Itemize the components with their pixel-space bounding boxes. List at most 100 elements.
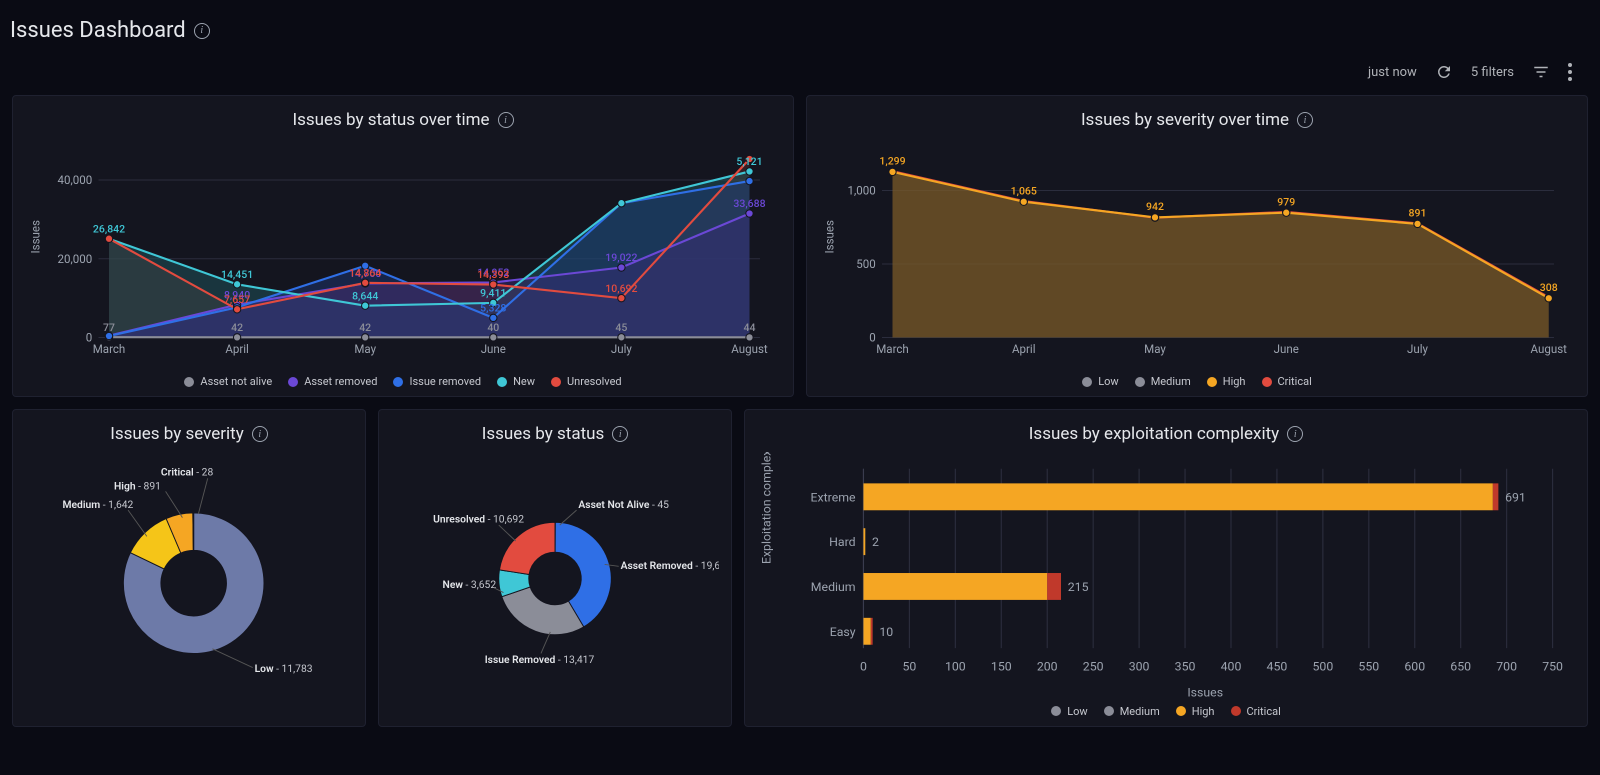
svg-text:700: 700 [1496,661,1517,675]
svg-text:40: 40 [487,321,499,334]
svg-text:0: 0 [869,331,875,345]
svg-text:300: 300 [1129,661,1150,675]
legend-item[interactable]: High [1176,705,1215,718]
svg-text:500: 500 [1312,661,1333,675]
info-icon[interactable]: i [1297,112,1313,128]
svg-text:14,393: 14,393 [477,268,509,281]
svg-text:45: 45 [615,321,627,334]
svg-text:May: May [1144,342,1166,356]
svg-text:Extreme: Extreme [811,491,857,505]
panel-title: Issues by status over time [292,110,489,130]
legend: Asset not alive Asset removed Issue remove… [25,375,781,388]
svg-text:215: 215 [1068,581,1089,595]
legend-item[interactable]: Unresolved [551,375,622,388]
svg-text:200: 200 [1037,661,1058,675]
legend-item[interactable]: Asset removed [288,375,377,388]
svg-text:Asset Removed - 19,623: Asset Removed - 19,623 [621,559,719,572]
svg-text:42: 42 [359,321,371,334]
info-icon[interactable]: i [1287,426,1303,442]
svg-text:Low - 11,783: Low - 11,783 [255,662,313,675]
panel-severity-donut: Issues by severity i Low - 11,783 Medium … [12,409,366,727]
refresh-icon[interactable] [1435,63,1453,81]
svg-text:100: 100 [945,661,966,675]
svg-text:Medium - 1,642: Medium - 1,642 [62,498,133,511]
svg-text:19,022: 19,022 [605,251,637,264]
svg-text:2: 2 [872,536,879,550]
svg-text:Issues: Issues [29,220,43,254]
status-time-chart[interactable]: Issues 0 20,000 40,000 7742424045448,940… [25,138,781,369]
status-donut-chart[interactable]: Asset Not Alive - 45 Asset Removed - 19,6… [391,452,719,686]
legend: Low Medium High Critical [757,705,1575,718]
svg-text:April: April [225,342,249,356]
svg-text:July: July [1407,342,1429,356]
svg-text:942: 942 [1146,200,1164,213]
svg-text:April: April [1012,342,1036,356]
legend-item[interactable]: Medium [1135,375,1191,388]
svg-text:Exploitation complexity: Exploitation complexity [760,452,774,564]
more-menu-icon[interactable] [1568,63,1572,81]
page-title: Issues Dashboard [10,18,186,43]
filters-label[interactable]: 5 filters [1471,65,1514,80]
svg-text:77: 77 [103,321,115,334]
svg-text:40,000: 40,000 [58,173,93,187]
svg-text:1,000: 1,000 [847,184,875,198]
info-icon[interactable]: i [612,426,628,442]
svg-text:5,121: 5,121 [736,155,762,168]
legend-item[interactable]: Issue removed [393,375,481,388]
svg-text:Issues: Issues [823,220,837,254]
info-icon[interactable]: i [498,112,514,128]
legend-item[interactable]: High [1207,375,1246,388]
svg-text:July: July [611,342,633,356]
legend: Low Medium High Critical [819,375,1575,388]
svg-text:Hard: Hard [829,536,856,550]
svg-text:979: 979 [1277,195,1295,208]
svg-text:44: 44 [744,321,756,334]
svg-text:50: 50 [902,661,916,675]
severity-time-chart[interactable]: Issues 0 500 1,000 1,2991,06594297989130… [819,138,1575,369]
panel-title: Issues by severity over time [1081,110,1289,130]
severity-donut-chart[interactable]: Low - 11,783Medium - 1,642High - 891Crit… [25,452,353,686]
svg-text:May: May [354,342,376,356]
svg-text:14,864: 14,864 [349,266,381,279]
svg-text:Unresolved - 10,692: Unresolved - 10,692 [433,512,524,525]
svg-text:650: 650 [1450,661,1471,675]
info-icon[interactable]: i [194,23,210,39]
legend-item[interactable]: Critical [1262,375,1312,388]
svg-text:550: 550 [1358,661,1379,675]
svg-text:691: 691 [1505,491,1526,505]
panel-severity-over-time: Issues by severity over time i Issues 0 … [806,95,1588,397]
panel-title: Issues by status [482,424,605,444]
panel-title: Issues by exploitation complexity [1029,424,1279,444]
svg-text:33,688: 33,688 [733,197,765,210]
legend-item[interactable]: Asset not alive [184,375,272,388]
svg-text:0: 0 [86,331,92,345]
svg-text:308: 308 [1540,281,1558,294]
svg-text:High - 891: High - 891 [114,479,161,492]
legend-item[interactable]: Low [1051,705,1087,718]
svg-text:10: 10 [879,626,893,640]
svg-text:Asset Not Alive - 45: Asset Not Alive - 45 [578,498,669,511]
info-icon[interactable]: i [252,426,268,442]
svg-text:New - 3,652: New - 3,652 [443,578,497,591]
legend-item[interactable]: Medium [1104,705,1160,718]
panel-title: Issues by severity [110,424,244,444]
svg-text:600: 600 [1404,661,1425,675]
svg-text:750: 750 [1542,661,1563,675]
toolbar: just now 5 filters [0,53,1600,91]
svg-text:891: 891 [1409,207,1427,220]
svg-text:9,411: 9,411 [480,287,506,300]
panel-status-over-time: Issues by status over time i Issues 0 20… [12,95,794,397]
svg-text:8,644: 8,644 [352,289,378,302]
legend-item[interactable]: Low [1082,375,1118,388]
svg-text:August: August [1531,342,1568,356]
svg-text:450: 450 [1267,661,1288,675]
last-refresh-label: just now [1368,65,1417,80]
filter-icon[interactable] [1532,63,1550,81]
legend-item[interactable]: New [497,375,535,388]
legend-item[interactable]: Critical [1231,705,1281,718]
exploitation-chart[interactable]: Exploitation complexity 691 2 215 10 Extrem… [757,452,1575,699]
svg-text:150: 150 [991,661,1012,675]
panel-exploitation-complexity: Issues by exploitation complexity i Expl… [744,409,1588,727]
svg-text:14,451: 14,451 [221,268,253,281]
panel-status-donut: Issues by status i Asset Not Alive - 45A… [378,409,732,727]
